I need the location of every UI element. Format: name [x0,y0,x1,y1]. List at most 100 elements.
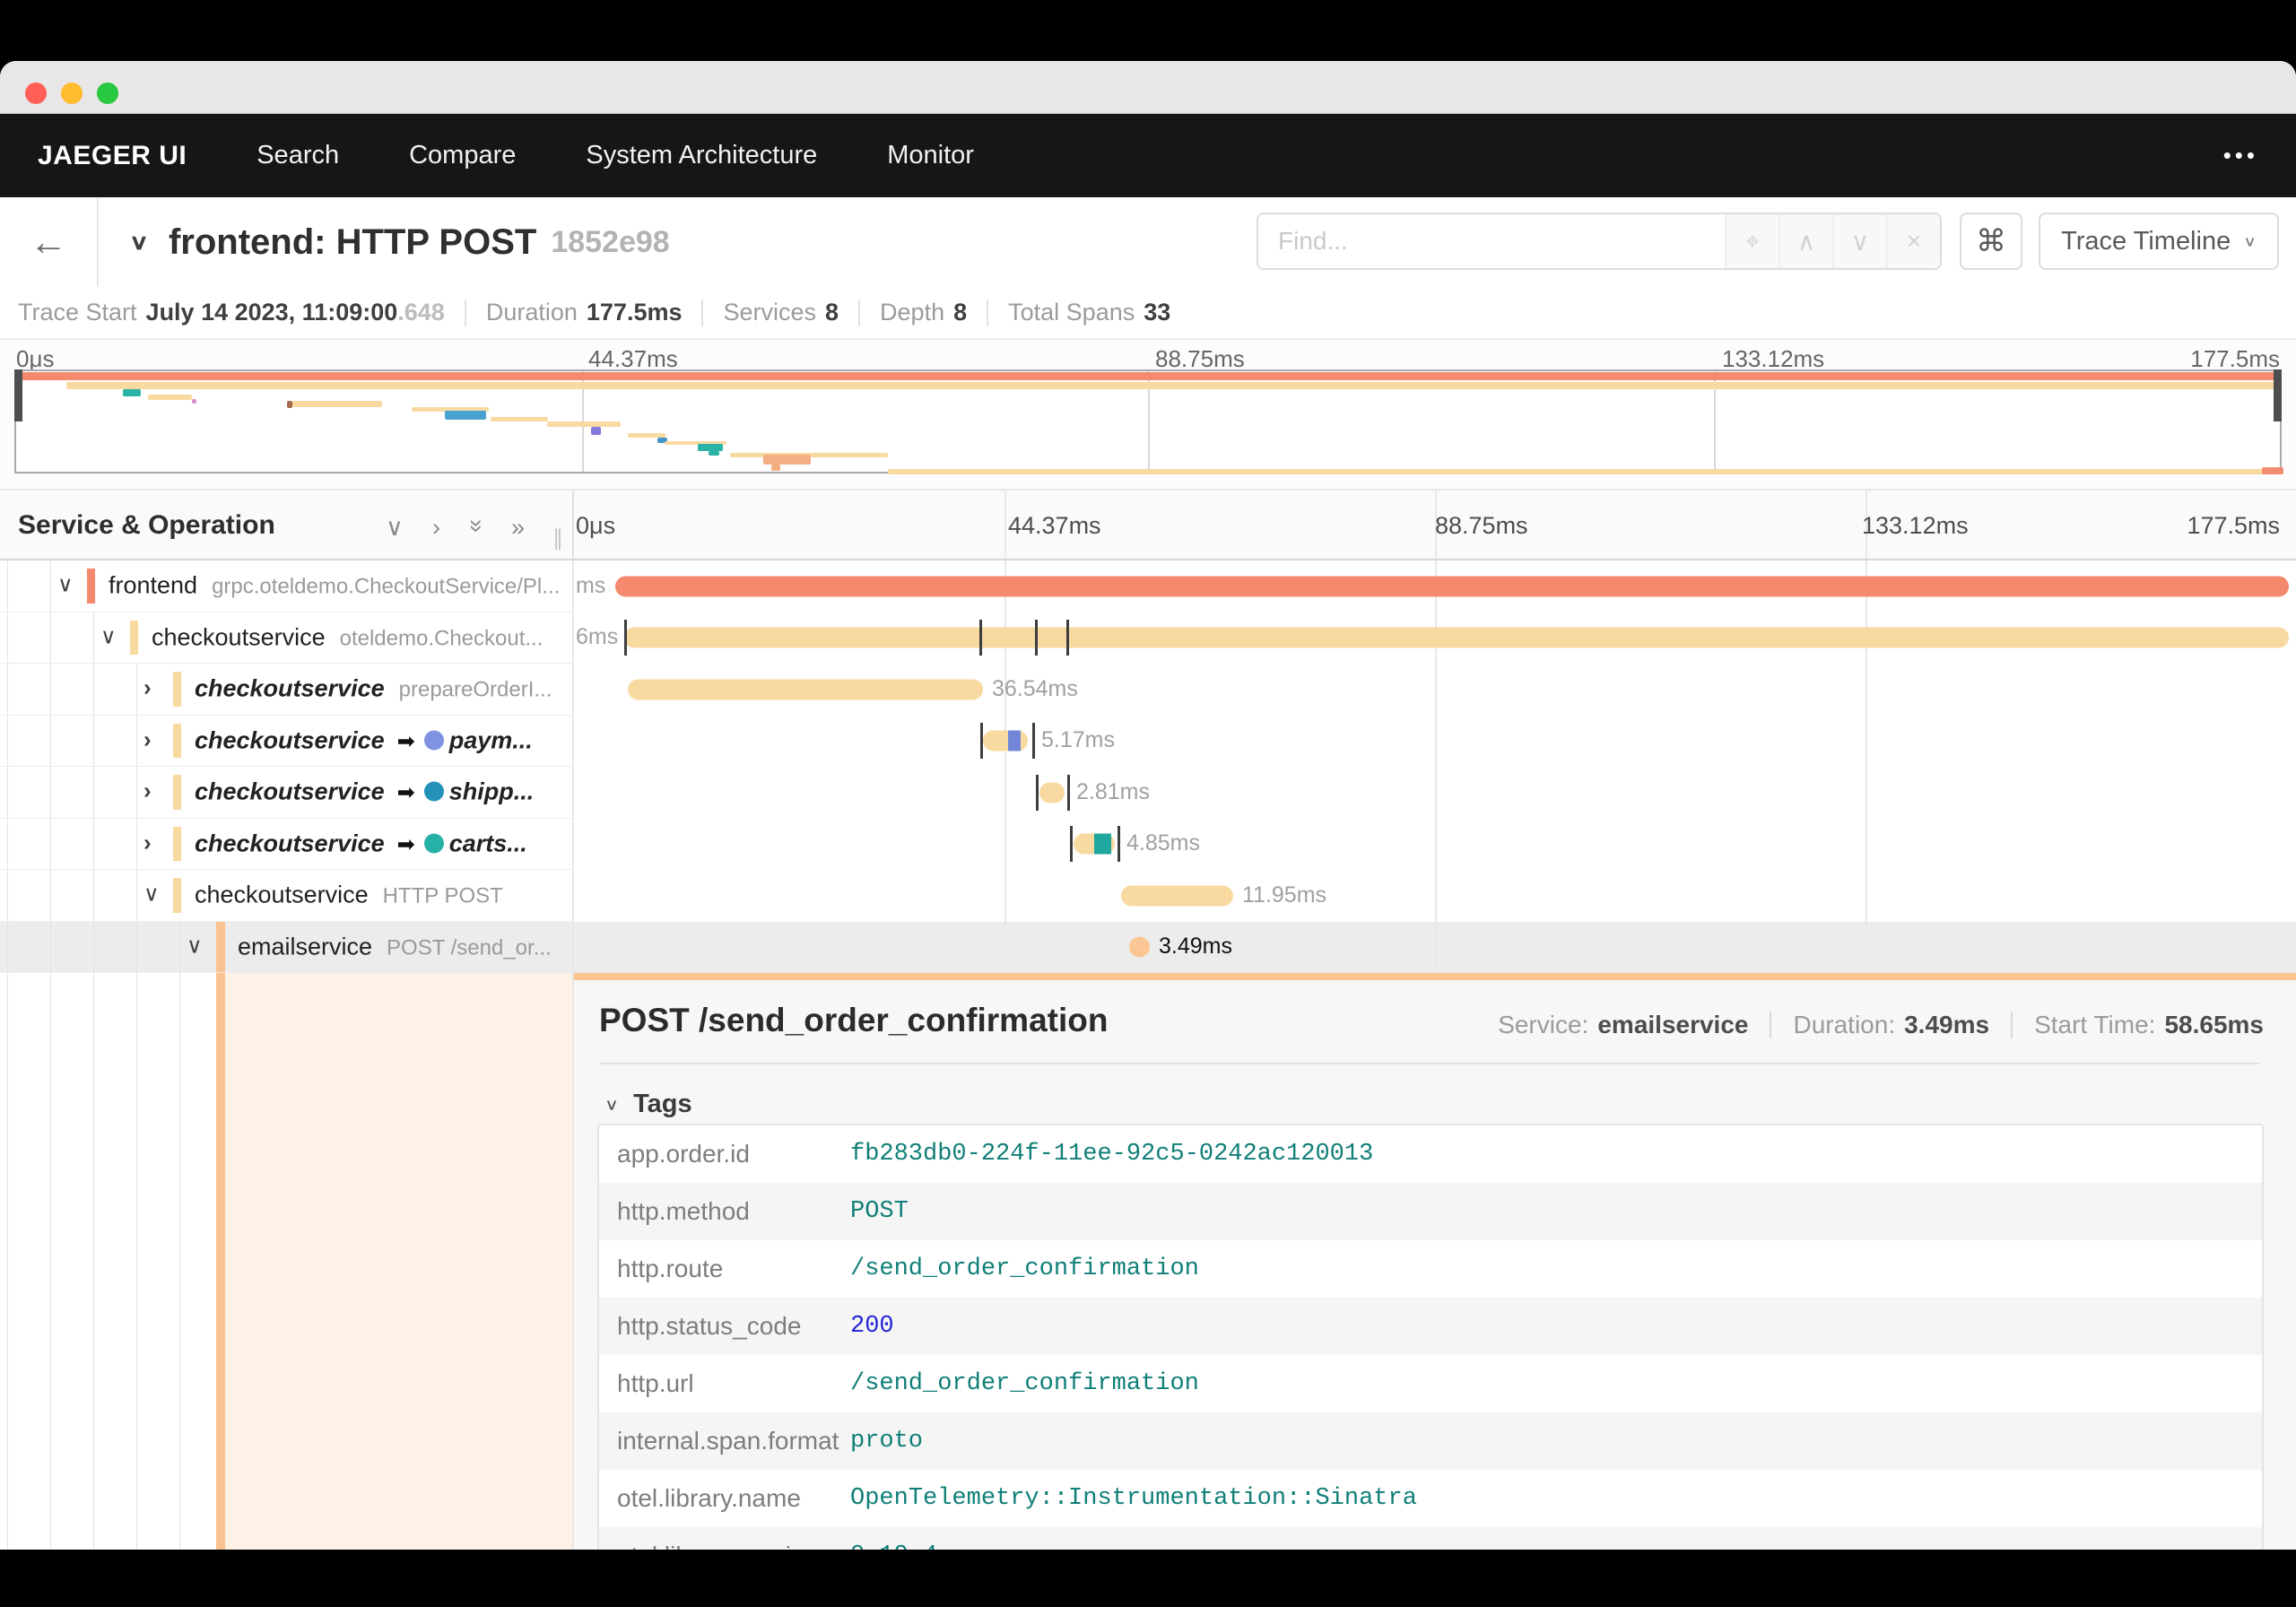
fullscreen-window-button[interactable] [97,83,118,104]
expand-chevron-icon[interactable]: › [144,725,152,753]
collapse-all-icon[interactable]: » [463,519,491,533]
span-name-cell[interactable]: ›checkoutservice➡shipp... [0,767,574,819]
span-bar-cell[interactable]: ms [574,560,2296,612]
span-bar-cell[interactable]: 36.54ms [574,664,2296,716]
keyboard-shortcuts-button[interactable]: ⌘ [1960,213,2022,270]
span-bar-cell[interactable]: 6ms [574,612,2296,665]
span-name-cell[interactable]: ›checkoutservice➡carts... [0,819,574,871]
expand-one-icon[interactable]: › [432,514,440,542]
span-bar-cell[interactable]: 11.95ms [574,870,2296,922]
span-bar-cell[interactable]: 3.49ms [574,922,2296,974]
span-duration-bar[interactable] [1039,782,1065,803]
close-window-button[interactable] [25,83,47,104]
span-bar-cell[interactable]: 5.17ms [574,716,2296,768]
prev-result-icon[interactable]: ∧ [1779,214,1832,268]
service-color-dot-icon [424,833,444,853]
nav-item-monitor[interactable]: Monitor [887,141,974,170]
expand-chevron-icon[interactable]: › [144,674,152,702]
span-duration-bar[interactable] [983,731,1028,751]
span-duration-bar[interactable] [624,628,2289,648]
span-row-checkoutservice[interactable]: ∨checkoutserviceoteldemo.Checkout...6ms [0,612,2296,665]
nav-item-compare[interactable]: Compare [409,141,516,170]
span-boundary-tick [1118,826,1120,862]
span-name-cell[interactable]: ›checkoutservice➡paym... [0,716,574,768]
match-case-icon[interactable]: ⌖ [1725,214,1779,268]
collapse-one-icon[interactable]: ∨ [386,514,404,542]
expand-all-icon[interactable]: » [511,514,525,542]
collapse-chevron-icon[interactable]: ∨ [57,572,74,598]
span-detail-panel: POST /send_order_confirmation Service:em… [574,973,2296,1550]
service-name: frontend [109,572,197,599]
tags-section-toggle[interactable]: ∨ Tags [604,1090,2296,1119]
next-result-icon[interactable]: ∨ [1832,214,1886,268]
span-bar-cell[interactable]: 2.81ms [574,767,2296,819]
span-name-cell[interactable]: ∨emailservicePOST /send_or... [0,922,574,974]
span-boundary-tick [1067,775,1070,811]
minimap-span-bar [709,451,719,456]
tag-value: POST [850,1198,909,1225]
minimap-left-scrubber[interactable] [14,369,22,421]
tag-row-http.status_code[interactable]: http.status_code200 [599,1298,2262,1355]
tag-row-http.method[interactable]: http.methodPOST [599,1183,2262,1240]
selected-span-color-stripe [216,973,225,1550]
span-duration-label: 6ms [576,624,618,650]
span-name-cell[interactable]: ∨checkoutserviceHTTP POST [0,870,574,922]
span-row-checkoutservice[interactable]: ∨checkoutserviceHTTP POST11.95ms [0,870,2296,922]
clear-search-icon[interactable]: × [1886,214,1940,268]
trace-view-select[interactable]: Trace Timeline ∨ [2039,213,2279,270]
operation-name: HTTP POST [383,884,503,908]
span-boundary-tick [1035,620,1038,656]
span-duration-bar[interactable] [1129,937,1150,958]
span-duration-label: 4.85ms [1126,830,1200,856]
service-color-dot-icon [424,782,444,802]
divider [987,300,988,326]
find-input[interactable] [1258,214,1725,268]
span-bar-cell[interactable]: 4.85ms [574,819,2296,871]
collapse-chevron-icon[interactable]: ∨ [100,623,117,649]
span-duration-label: 36.54ms [992,676,1078,702]
minimize-window-button[interactable] [61,83,83,104]
tag-row-http.route[interactable]: http.route/send_order_confirmation [599,1240,2262,1298]
nav-item-search[interactable]: Search [257,141,339,170]
back-button[interactable]: ← [0,197,99,287]
span-duration-bar[interactable] [615,576,2289,596]
collapse-chevron-icon[interactable]: ∨ [187,933,203,959]
span-row-checkoutservice[interactable]: ›checkoutserviceprepareOrderI... 36.54ms [0,664,2296,716]
span-row-emailservice[interactable]: ∨emailservicePOST /send_or...3.49ms [0,922,2296,974]
span-duration-bar[interactable] [1121,885,1233,906]
overflow-menu-icon[interactable]: ••• [2223,142,2258,169]
target-service-name: paym... [449,726,533,753]
tag-row-internal.span.format[interactable]: internal.span.formatproto [599,1412,2262,1470]
collapse-chevron-icon[interactable]: ∨ [144,882,160,908]
minimap-span-bar [491,417,548,421]
tag-key: otel.library.version [599,1542,850,1550]
trace-collapse-chevron-icon[interactable]: ∨ [129,230,149,255]
minimap-right-scrubber[interactable] [2274,369,2282,421]
span-name-cell[interactable]: ›checkoutserviceprepareOrderI... [0,664,574,716]
minimap-ticks: 0μs44.37ms88.75ms133.12ms177.5ms [14,345,2282,372]
expand-chevron-icon[interactable]: › [144,777,152,805]
span-row-frontend[interactable]: ∨frontendgrpc.oteldemo.CheckoutService/P… [0,560,2296,612]
span-duration-bar[interactable] [628,679,983,699]
expand-chevron-icon[interactable]: › [144,829,152,856]
span-color-bar [173,672,181,707]
span-row-checkoutservice[interactable]: ›checkoutservice➡paym...5.17ms [0,716,2296,768]
span-duration-bar[interactable] [1074,834,1115,855]
tag-row-http.url[interactable]: http.url/send_order_confirmation [599,1355,2262,1412]
app-brand[interactable]: JAEGER UI [38,141,187,171]
column-resize-handle[interactable]: ∥ [552,526,565,552]
span-boundary-tick [624,620,627,656]
tag-value: OpenTelemetry::Instrumentation::Sinatra [850,1485,1417,1512]
target-service-name: carts... [449,830,527,856]
span-name-cell[interactable]: ∨checkoutserviceoteldemo.Checkout... [0,612,574,665]
detail-meta-value: emailservice [1597,1011,1748,1039]
span-row-checkoutservice[interactable]: ›checkoutservice➡shipp...2.81ms [0,767,2296,819]
tag-row-otel.library.version[interactable]: otel.library.version0.19.4 [599,1527,2262,1550]
nav-item-system-architecture[interactable]: System Architecture [586,141,817,170]
span-name-cell[interactable]: ∨frontendgrpc.oteldemo.CheckoutService/P… [0,560,574,612]
span-row-checkoutservice[interactable]: ›checkoutservice➡carts... 4.85ms [0,819,2296,871]
tag-row-app.order.id[interactable]: app.order.idfb283db0-224f-11ee-92c5-0242… [599,1125,2262,1183]
child-span-segment [1008,731,1021,751]
tag-row-otel.library.name[interactable]: otel.library.nameOpenTelemetry::Instrume… [599,1470,2262,1527]
minimap-canvas[interactable] [14,369,2282,473]
